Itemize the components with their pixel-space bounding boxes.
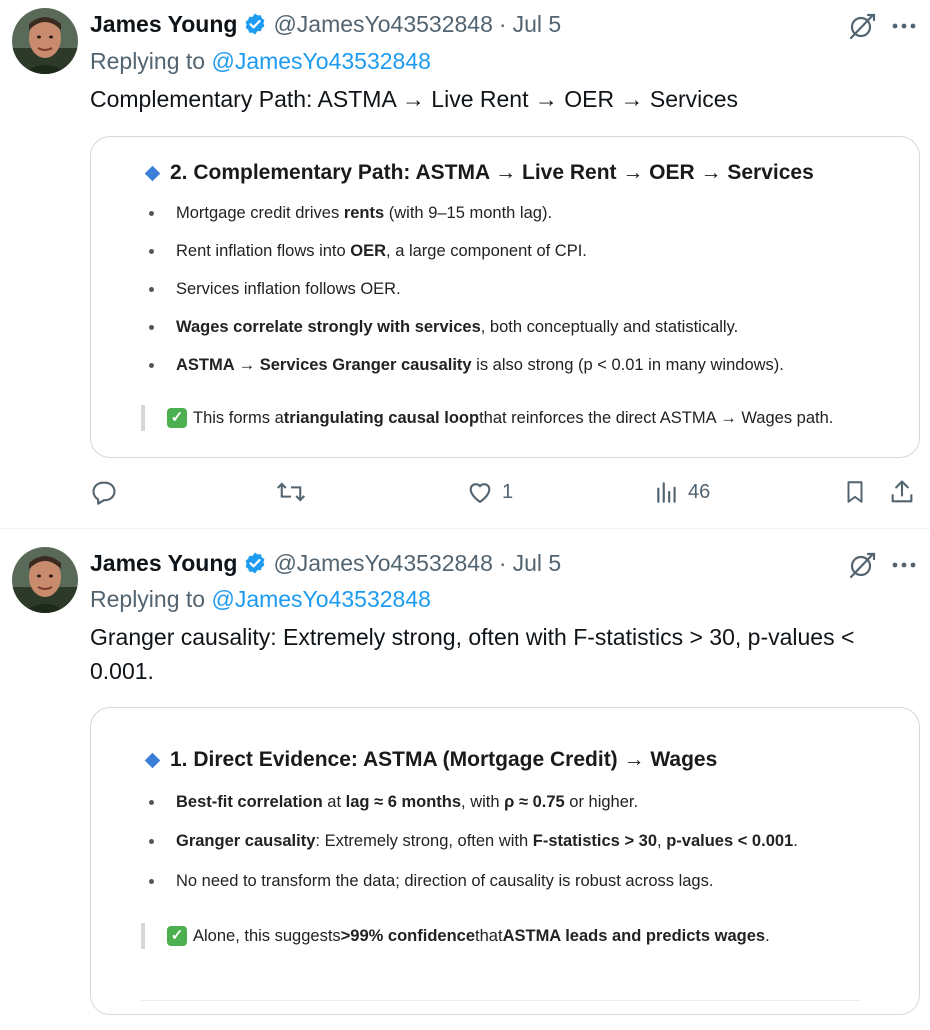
tweet-header: James Young @JamesYo43532848 · Jul 5 [90,547,561,579]
grok-icon[interactable] [846,10,878,42]
diamond-icon [144,752,161,768]
image-bullet: Granger causality: Extremely strong, oft… [149,832,798,851]
avatar[interactable] [12,547,78,613]
views-button[interactable]: 46 [654,472,710,512]
like-button[interactable]: 1 [466,472,513,512]
tweet-text-line: Granger causality: Extremely strong, oft… [90,624,855,650]
verified-badge-icon[interactable] [243,12,267,36]
more-icon[interactable] [888,10,920,42]
grok-icon[interactable] [846,549,878,581]
image-heading-text: 1. Direct Evidence: ASTMA (Mortgage Cred… [170,748,718,771]
replying-mention-link[interactable]: @JamesYo43532848 [211,586,430,612]
image-divider [141,1000,861,1001]
tweet-2[interactable]: James Young @JamesYo43532848 · Jul 5 Rep… [0,529,930,1030]
tweet-image[interactable]: 1. Direct Evidence: ASTMA (Mortgage Cred… [90,707,920,1015]
image-bullet: No need to transform the data; direction… [149,872,713,891]
image-bullet: ASTMA → Services Granger causality is al… [149,356,784,375]
avatar[interactable] [12,8,78,74]
image-bullet: Mortgage credit drives rents (with 9–15 … [149,204,552,223]
replying-mention-link[interactable]: @JamesYo43532848 [211,48,430,74]
author-name[interactable]: James Young [90,11,237,38]
image-heading-text: 2. Complementary Path: ASTMA → Live Rent… [170,161,814,184]
bookmark-button[interactable] [842,472,868,512]
image-bullet: Best-fit correlation at lag ≈ 6 months, … [149,793,638,812]
tweet-1[interactable]: James Young @JamesYo43532848 · Jul 5 Rep… [0,0,930,528]
check-emoji-icon: ✓ [167,926,187,946]
author-handle[interactable]: @JamesYo43532848 [273,550,492,577]
bookmark-icon [847,481,863,503]
separator: · [498,549,507,576]
author-name[interactable]: James Young [90,550,237,577]
more-icon[interactable] [888,549,920,581]
replying-to: Replying to @JamesYo43532848 [90,586,431,613]
share-icon [891,480,913,503]
diamond-icon [144,165,161,181]
check-emoji-icon: ✓ [167,408,187,428]
tweet-text: Granger causality: Extremely strong, oft… [90,620,920,688]
reply-icon [92,481,116,505]
verified-badge-icon[interactable] [243,551,267,575]
tweet-text-line: 0.001. [90,658,154,684]
like-icon [469,483,491,503]
tweet-date[interactable]: Jul 5 [513,11,562,38]
like-count: 1 [502,480,514,503]
tweet-header: James Young @JamesYo43532848 · Jul 5 [90,8,561,40]
reply-button[interactable] [90,472,118,512]
views-icon [657,482,676,503]
image-bullet: Rent inflation flows into OER, a large c… [149,242,587,261]
image-heading: 2. Complementary Path: ASTMA → Live Rent… [143,161,814,185]
share-button[interactable] [888,472,916,512]
image-bullet: Wages correlate strongly with services, … [149,318,738,337]
retweet-icon [276,482,306,502]
separator: · [498,10,507,37]
tweet-image[interactable]: 2. Complementary Path: ASTMA → Live Rent… [90,136,920,458]
action-bar: 1 46 [0,472,930,512]
image-quote: ✓ This forms a triangulating causal loop… [141,405,833,431]
replying-to: Replying to @JamesYo43532848 [90,48,431,75]
tweet-date[interactable]: Jul 5 [513,550,562,577]
tweet-text: Complementary Path: ASTMA → Live Rent → … [90,86,739,112]
retweet-button[interactable] [276,472,306,512]
views-count: 46 [688,480,711,503]
image-bullet: Services inflation follows OER. [149,280,401,299]
replying-prefix: Replying to [90,48,206,74]
author-handle[interactable]: @JamesYo43532848 [273,11,492,38]
image-heading: 1. Direct Evidence: ASTMA (Mortgage Cred… [143,748,717,772]
image-quote: ✓ Alone, this suggests >99% confidence t… [141,923,770,949]
replying-prefix: Replying to [90,586,206,612]
